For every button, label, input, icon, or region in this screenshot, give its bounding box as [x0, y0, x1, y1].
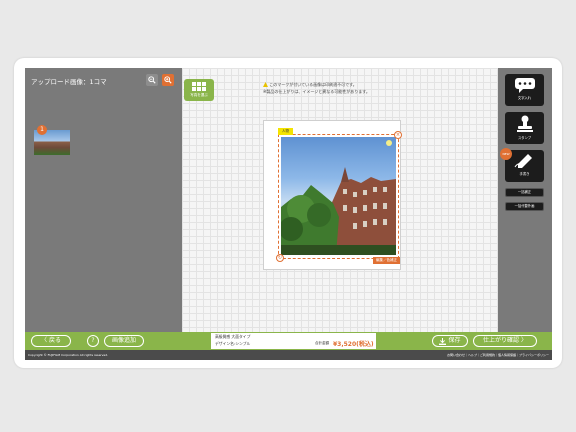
download-icon: [439, 337, 447, 345]
grid-icon: [192, 82, 206, 91]
remove-photo-button[interactable]: ×: [394, 131, 402, 139]
chevron-left-icon: 〈: [40, 337, 47, 344]
usage-count-badge: 1: [37, 125, 47, 135]
warning-notice: このマークが付いている画像は印刷適不可です。: [263, 82, 357, 88]
order-summary: 高級質感 大面タイプ デザイン名:シンプル 合計金額 ¥3,520(税込): [211, 333, 376, 349]
confirm-finish-button[interactable]: 仕上がり確認 〉: [473, 335, 537, 347]
stamp-tool-button[interactable]: スタンプ: [505, 112, 544, 144]
footer-links[interactable]: お問い合わせ｜ヘルプ｜ご利用規約｜個人情報保護｜プライバシーポリシー: [447, 353, 549, 357]
back-button[interactable]: 〈 戻る: [31, 335, 71, 347]
photo-frame[interactable]: 人物 × ↻ 編集／色補正: [276, 128, 402, 264]
print-page: 人物 × ↻ 編集／色補正: [263, 120, 402, 270]
panel-title: アップロード画像：1コマ: [31, 78, 107, 86]
uploaded-images-panel: アップロード画像：1コマ 1: [25, 68, 182, 332]
zoom-out-button[interactable]: [146, 74, 158, 86]
speech-bubble-icon: [514, 78, 535, 93]
stamp-icon: [516, 115, 533, 132]
editing-canvas: 写真を選ぶ このマークが付いている画像は印刷適不可です。 ※製品の仕上がりは、イ…: [182, 68, 498, 332]
zoom-in-button[interactable]: [162, 74, 174, 86]
batch-option-button[interactable]: 一括代替外画: [505, 202, 544, 211]
tool-label: 手書き: [519, 172, 530, 176]
warning-text: このマークが付いている画像は印刷適不可です。: [269, 82, 357, 87]
total-price: ¥3,520(税込): [333, 341, 374, 348]
total-label: 合計金額: [315, 341, 329, 345]
warning-triangle-icon: [263, 82, 268, 87]
tools-panel: 文字入れ スタンプ 手書き NEW 一括補正 一括代替外画: [498, 68, 552, 332]
product-name: 高級質感 大面タイプ: [215, 334, 251, 339]
pen-icon: [514, 154, 532, 168]
back-label: 戻る: [49, 337, 62, 344]
footer: Copyright © FUJIFILM Corporation All rig…: [25, 350, 552, 360]
tool-label: 文字入れ: [517, 96, 532, 100]
new-badge: NEW: [500, 148, 512, 160]
chevron-right-icon: 〉: [521, 337, 528, 344]
disclaimer-notice: ※製品の仕上がりは、イメージと異なる可能性があります。: [263, 89, 370, 94]
confirm-label: 仕上がり確認: [482, 337, 519, 344]
save-button[interactable]: 保存: [432, 335, 468, 347]
bottom-action-bar: 〈 戻る ? 画像追加 高級質感 大面タイプ デザイン名:シンプル 合計金額 ¥…: [25, 332, 552, 350]
save-label: 保存: [448, 337, 461, 344]
add-image-button[interactable]: 画像追加: [104, 335, 144, 347]
magnifier-plus-icon: [164, 76, 172, 84]
edit-color-correct-button[interactable]: 編集／色補正: [373, 257, 400, 264]
editor-screen: アップロード画像：1コマ 1 写真を選ぶ このマークが付いている画像は印刷適不可…: [25, 68, 552, 360]
batch-correct-button[interactable]: 一括補正: [505, 188, 544, 197]
copyright-text: Copyright © FUJIFILM Corporation All rig…: [28, 353, 109, 357]
layout-button-label: 写真を選ぶ: [190, 93, 208, 97]
placed-photo[interactable]: [281, 137, 396, 255]
design-name: デザイン名:シンプル: [215, 341, 251, 346]
magnifier-minus-icon: [148, 76, 156, 84]
help-button[interactable]: ?: [87, 335, 99, 347]
text-tool-button[interactable]: 文字入れ: [505, 74, 544, 106]
photo-category-tag: 人物: [278, 128, 293, 135]
building-photo-illustration: [281, 140, 396, 255]
tool-label: スタンプ: [517, 136, 532, 140]
rotate-photo-button[interactable]: ↻: [276, 254, 284, 262]
layout-select-button[interactable]: 写真を選ぶ: [184, 79, 214, 101]
